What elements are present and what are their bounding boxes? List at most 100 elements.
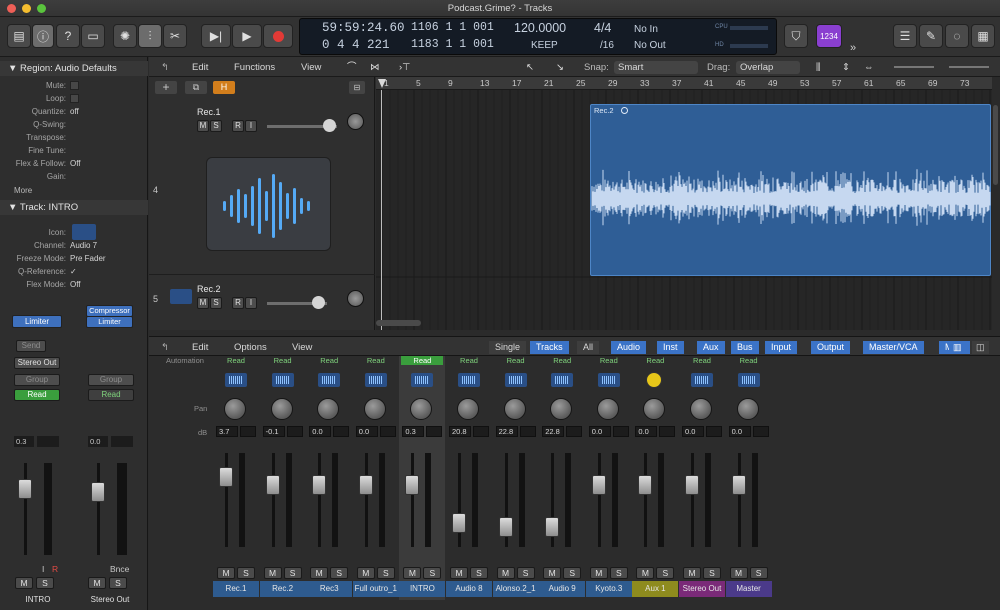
fader-left[interactable] [18,479,32,499]
mute-button[interactable]: M [683,567,701,579]
channel-name[interactable]: Audio 9 [539,581,586,597]
region-row[interactable]: Flex & Follow: Off [0,157,148,170]
region-header[interactable]: ▼ Region: Audio Defaults [0,61,148,76]
filter-mastervca[interactable]: Master/VCA [863,341,924,354]
narrow-strips-button[interactable]: ▥ [949,341,966,354]
editors-button[interactable]: ✂ [163,24,187,48]
filter-input[interactable]: Input [765,341,798,354]
channel-name[interactable]: Full outro_1 [352,581,399,597]
automation-read-left[interactable]: Read [14,389,60,401]
mute-button[interactable]: M [729,567,748,579]
region-row[interactable]: Quantize: off [0,105,148,118]
channel-name[interactable]: Alonso.2_1 [492,581,539,597]
channel-name[interactable]: Aux 1 [632,581,679,597]
close-window-icon[interactable] [7,4,16,13]
limiter-plugin-slot-2[interactable]: Limiter [86,316,133,328]
solo-button[interactable]: S [563,567,582,579]
channel-name[interactable]: Rec3 [306,581,353,597]
group-slot-right[interactable]: Group [88,374,134,386]
track-value[interactable]: Pre Fader [70,252,106,265]
pencil-tool-icon[interactable]: ↘ [556,61,564,74]
volume-value-left[interactable]: 0.3 [14,436,34,447]
volume-fader[interactable] [545,517,560,537]
vertical-scrollbar[interactable] [992,77,1000,330]
solo-button[interactable]: S [470,567,488,579]
region-row[interactable]: Q-Swing: [0,118,148,131]
automation-icon[interactable]: ⌒ [347,61,357,74]
fader-right[interactable] [91,482,105,502]
mixer-edit-menu[interactable]: Edit [192,341,208,354]
pan-knob[interactable] [457,398,479,420]
volume-value-right[interactable]: 0.0 [88,436,108,447]
volume-value[interactable]: 22.8 [495,426,518,437]
mute-button[interactable]: M [450,567,468,579]
volume-value[interactable]: 3.7 [216,426,238,437]
volume-fader[interactable] [685,475,699,496]
pointer-tool-icon[interactable]: ↖ [526,61,534,74]
mute-button[interactable]: M [263,567,282,579]
mute-button[interactable]: M [636,567,655,579]
count-in-button[interactable]: 1234 [816,24,842,48]
quick-help-button[interactable]: ? [56,24,80,48]
inspector-button[interactable]: ⓘ [32,24,54,48]
vertical-scrollbar-thumb[interactable] [993,105,998,185]
pan-knob[interactable] [317,398,340,420]
global-tracks-button[interactable]: ⊟ [349,81,365,94]
mute-button[interactable]: M [543,567,562,579]
filter-inst[interactable]: Inst [657,341,684,354]
track-name[interactable]: Rec.2 [197,284,221,294]
pan-knob[interactable] [503,398,526,420]
region-row[interactable]: Transpose: [0,131,148,144]
send-slot[interactable]: Send [16,340,46,352]
solo-button[interactable]: S [330,567,349,579]
automation-mode[interactable]: Read [448,356,490,365]
mute-button[interactable]: M [589,567,608,579]
channel-name[interactable]: Audio 8 [446,581,492,597]
pan-knob[interactable] [690,398,712,420]
back-icon[interactable]: ↰ [161,61,169,74]
automation-mode[interactable]: Read [215,356,257,365]
volume-fader[interactable] [405,475,420,496]
channel-name[interactable]: Rec.2 [259,581,306,597]
automation-mode[interactable]: Read [401,356,444,365]
duplicate-track-button[interactable]: ⧉ [185,81,207,94]
output-slot[interactable]: Stereo Out [14,357,60,369]
region-value[interactable]: off [70,105,79,118]
automation-mode[interactable]: Read [588,356,630,365]
functions-menu[interactable]: Functions [234,61,275,74]
pan-knob[interactable] [410,398,433,420]
pan-knob[interactable] [224,398,246,420]
record-button[interactable] [263,24,293,48]
track-name[interactable]: Rec.1 [197,107,221,117]
mixer-options-menu[interactable]: Options [234,341,267,354]
region-value[interactable]: Off [70,157,81,170]
back-icon[interactable]: ↰ [161,341,169,354]
volume-value[interactable]: 22.8 [542,426,565,437]
drag-dropdown[interactable]: Overlap [736,61,800,74]
limiter-plugin-slot[interactable]: Limiter [12,315,62,328]
tracks-view-button[interactable]: Tracks [530,341,569,354]
solo-button[interactable]: S [376,567,395,579]
pan-knob[interactable] [270,398,293,420]
catch-icon[interactable]: ›⊤ [399,61,410,74]
go-to-beginning-button[interactable]: ▶| [201,24,231,48]
volume-value[interactable]: 0.0 [355,426,378,437]
list-editors-button[interactable]: ⛉ [784,24,808,48]
vertical-zoom-slider[interactable] [894,66,934,68]
browser-button[interactable]: ▦ [971,24,995,48]
mute-button[interactable]: M [356,567,375,579]
mute-button-left[interactable]: M [15,577,33,589]
track-row[interactable]: Flex Mode: Off [0,278,148,291]
mute-button[interactable]: M [403,567,422,579]
all-view-button[interactable]: All [577,341,600,354]
input-monitor-button[interactable]: I [245,120,257,132]
group-slot-left[interactable]: Group [14,374,60,386]
solo-button-right[interactable]: S [109,577,127,589]
lcd-display[interactable]: 59:59:24.60 0 4 4 221 1106 1 1 001 1183 … [299,18,777,55]
channel-name[interactable]: Kyoto.3 [585,581,632,597]
track-header[interactable]: ▼ Track: INTRO [0,200,148,215]
checkbox[interactable] [70,94,79,103]
mixer-view-menu[interactable]: View [292,341,312,354]
track-value[interactable]: ✓ [70,265,77,278]
track-row[interactable]: Freeze Mode: Pre Fader [0,252,148,265]
